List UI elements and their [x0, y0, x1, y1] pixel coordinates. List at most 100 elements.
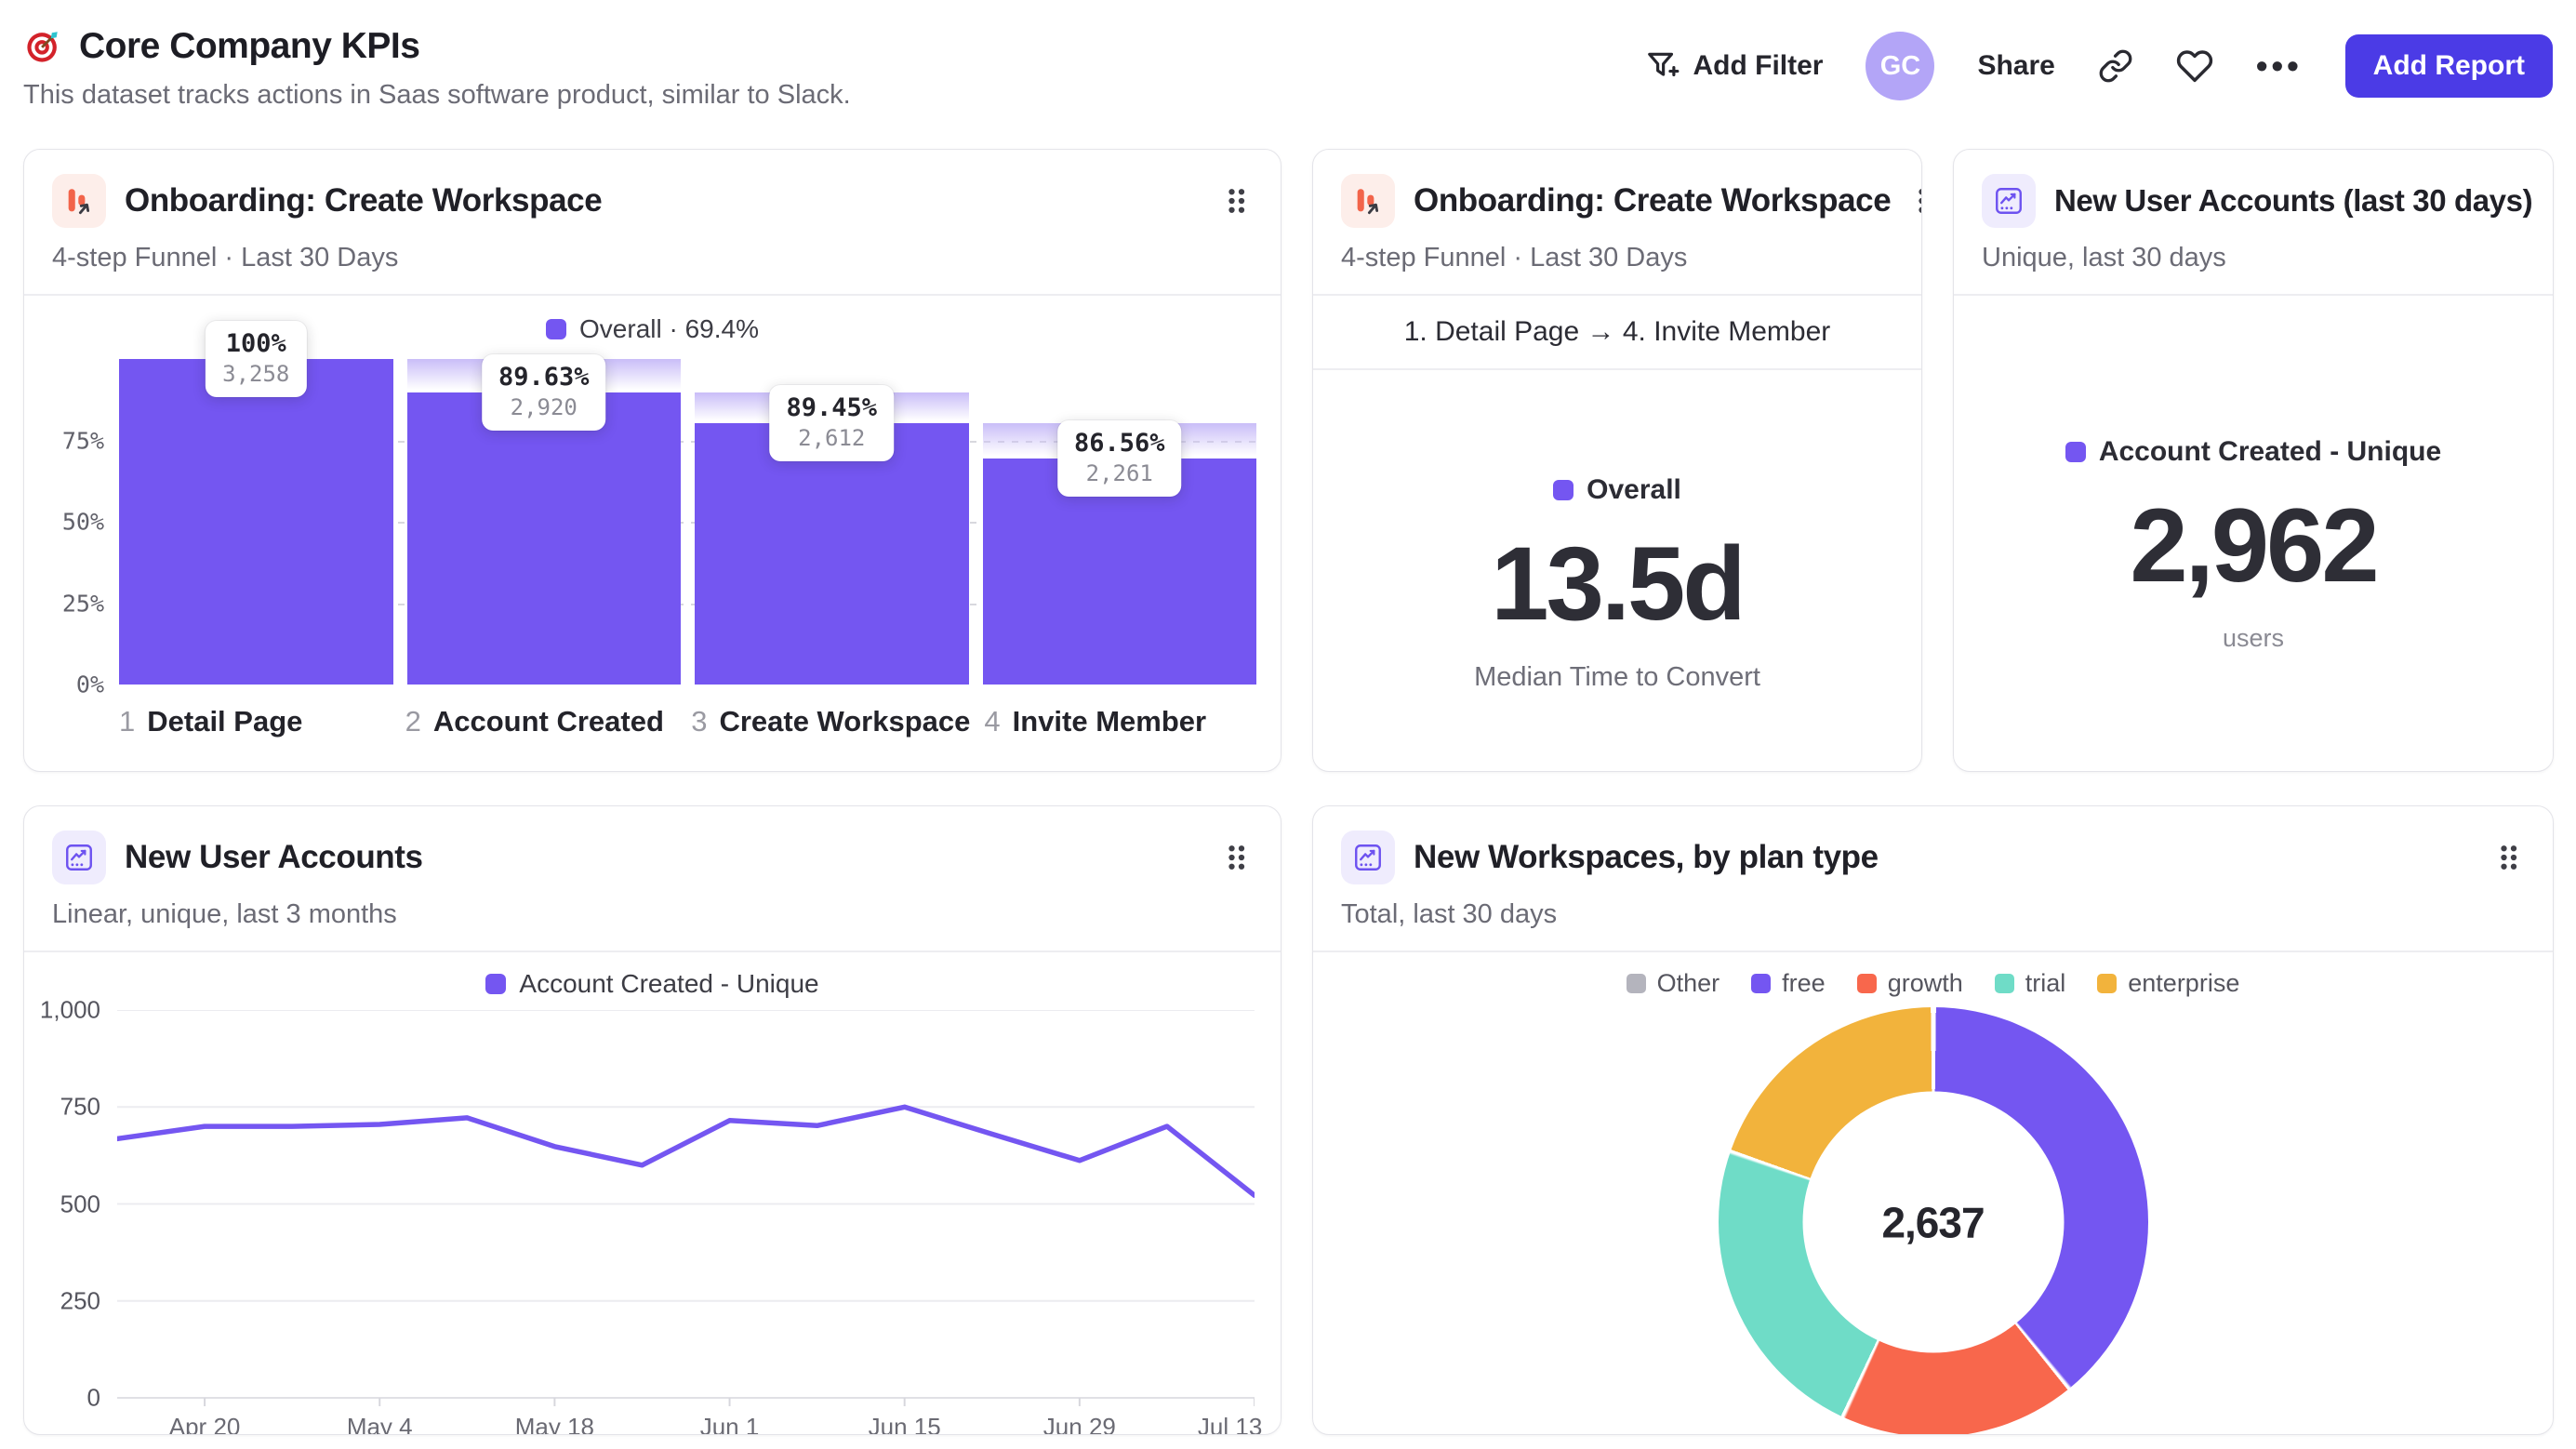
conversion-pct: 86.56%	[1073, 429, 1165, 459]
avatar[interactable]: GC	[1866, 32, 1935, 100]
y-tick-label: 50%	[61, 508, 104, 536]
link-icon	[2099, 49, 2132, 83]
card-title: Onboarding: Create Workspace	[1414, 182, 1892, 219]
favorite-button[interactable]	[2176, 47, 2213, 85]
add-filter-label: Add Filter	[1693, 50, 1824, 81]
legend-item-growth[interactable]: growth	[1856, 969, 1963, 998]
metric-legend: Account Created - Unique	[2065, 436, 2441, 468]
legend-swatch	[546, 319, 567, 339]
legend-item-trial[interactable]: trial	[1994, 969, 2065, 998]
x-tick-label: Apr 20	[168, 1413, 241, 1435]
metric-value: 2,962	[2130, 487, 2379, 604]
drag-handle-icon[interactable]	[1219, 181, 1253, 220]
legend-swatch	[2065, 442, 2086, 462]
avatar-initials: GC	[1879, 50, 1921, 81]
card-subtitle: Total, last 30 days	[1341, 899, 1558, 929]
y-tick-label: 0	[86, 1383, 100, 1412]
legend-label: Account Created - Unique	[519, 969, 819, 998]
card-funnel-chart: Onboarding: Create Workspace 4-step Funn…	[23, 149, 1281, 772]
funnel-chart-icon	[52, 174, 106, 228]
metric-legend: Overall	[1553, 474, 1681, 506]
add-filter-button[interactable]: Add Filter	[1645, 48, 1823, 84]
filter-plus-icon	[1648, 52, 1680, 77]
page-subtitle: This dataset tracks actions in Saas soft…	[23, 80, 851, 110]
funnel-bar[interactable]: 89.45% 2,612	[695, 359, 969, 685]
donut-legend: Other free growth trial enterprise	[1313, 969, 2553, 998]
funnel-bar-fill	[406, 392, 681, 685]
top-actions: Add Filter GC Share ••• Add Report	[1645, 26, 2553, 100]
funnel-range-label: 1. Detail Page → 4. Invite Member	[1403, 316, 1831, 347]
conversion-pct: 89.63%	[498, 363, 590, 392]
page-title: Core Company KPIs	[79, 26, 420, 66]
metric-body: Overall 13.5d Median Time to Convert	[1313, 370, 1921, 772]
funnel-step-labels: 1 Detail Page 2 Account Created 3 Create Work…	[119, 705, 1256, 738]
card-new-user-accounts-metric: New User Accounts (last 30 days) Unique,…	[1953, 149, 2554, 772]
legend-swatch	[1626, 974, 1646, 993]
line-x-axis: Apr 20 May 4 May 18 Jun 1 Jun 15 Jun 29 Jul 13	[117, 1413, 1263, 1435]
legend-swatch	[1994, 974, 2014, 993]
funnel-step-label: 1 Detail Page	[119, 705, 392, 738]
card-title: New Workspaces, by plan type	[1414, 839, 1879, 875]
copy-link-button[interactable]	[2098, 48, 2133, 84]
line-plot	[117, 1010, 1255, 1407]
drag-handle-icon[interactable]	[1219, 838, 1253, 877]
metric-value: 13.5d	[1491, 525, 1746, 642]
y-tick-label: 75%	[61, 427, 104, 454]
funnel-bar-tooltip: 89.63% 2,920	[481, 354, 606, 432]
donut-hole: 2,637	[1802, 1091, 2064, 1353]
step-name: Create Workspace	[719, 705, 971, 738]
drag-handle-icon[interactable]	[2491, 838, 2525, 877]
card-title: Onboarding: Create Workspace	[125, 182, 603, 219]
drag-handle-icon[interactable]	[1909, 181, 1921, 220]
legend-label: growth	[1887, 969, 1963, 997]
legend-item-other[interactable]: Other	[1626, 969, 1720, 998]
legend-swatch	[1751, 974, 1772, 993]
share-button[interactable]: Share	[1977, 50, 2054, 82]
funnel-bar-tooltip: 86.56% 2,261	[1056, 420, 1182, 498]
legend-label: Overall	[1587, 474, 1681, 505]
step-number: 4	[984, 705, 1001, 738]
funnel-chart-icon	[1341, 174, 1395, 228]
funnel-step-label: 4 Invite Member	[984, 705, 1256, 738]
card-title: New User Accounts (last 30 days)	[2054, 183, 2533, 218]
line-legend: Account Created - Unique	[24, 969, 1281, 999]
more-icon: •••	[2255, 47, 2303, 85]
card-new-user-accounts-line: New User Accounts Linear, unique, last 3…	[23, 805, 1281, 1435]
y-tick-label: 250	[60, 1286, 100, 1315]
step-name: Account Created	[432, 705, 664, 738]
y-tick-label: 0%	[75, 671, 104, 698]
divider	[24, 294, 1281, 296]
x-tick-label: May 18	[514, 1413, 595, 1435]
line-chart: 0 250 500 750 1,000	[24, 996, 1281, 1412]
legend-swatch	[1553, 480, 1574, 500]
drag-handle-icon[interactable]	[2551, 181, 2553, 220]
line-chart-icon	[1982, 174, 2036, 228]
divider	[24, 950, 1281, 952]
divider	[1313, 950, 2553, 952]
conversion-count: 3,258	[222, 361, 290, 387]
card-time-to-convert: Onboarding: Create Workspace 4-step Funn…	[1312, 149, 1922, 772]
legend-swatch	[1856, 974, 1877, 993]
legend-label: Account Created - Unique	[2098, 436, 2442, 467]
funnel-bar[interactable]: 89.63% 2,920	[406, 354, 681, 685]
legend-item-free[interactable]: free	[1751, 969, 1826, 998]
funnel-bar[interactable]: 100% 3,258	[119, 321, 393, 685]
x-tick-label: Jun 29	[1042, 1413, 1116, 1435]
board-heading: Core Company KPIs This dataset tracks ac…	[23, 26, 851, 111]
legend-swatch	[485, 974, 507, 994]
x-tick-label: Jun 15	[868, 1413, 941, 1435]
card-subtitle: Linear, unique, last 3 months	[52, 899, 397, 929]
y-tick-label: 500	[60, 1190, 100, 1217]
line-chart-svg	[117, 1010, 1255, 1406]
step-number: 1	[119, 705, 136, 738]
card-subtitle: 4-step Funnel · Last 30 Days	[1341, 243, 1688, 273]
x-tick-label: Jul 13	[1197, 1413, 1263, 1435]
dashboard-page: Core Company KPIs This dataset tracks ac…	[0, 0, 2576, 1449]
add-report-button[interactable]: Add Report	[2344, 34, 2553, 98]
legend-label: Other	[1656, 969, 1720, 997]
funnel-bar[interactable]: 86.56% 2,261	[982, 359, 1256, 685]
legend-item-enterprise[interactable]: enterprise	[2097, 969, 2239, 998]
funnel-plot: 100% 3,258 89.63% 2,920 89.45% 2,612 86.56% 2,2…	[119, 321, 1262, 685]
funnel-y-axis: 0% 25% 50% 75%	[41, 359, 119, 698]
more-menu-button[interactable]: •••	[2256, 47, 2303, 86]
